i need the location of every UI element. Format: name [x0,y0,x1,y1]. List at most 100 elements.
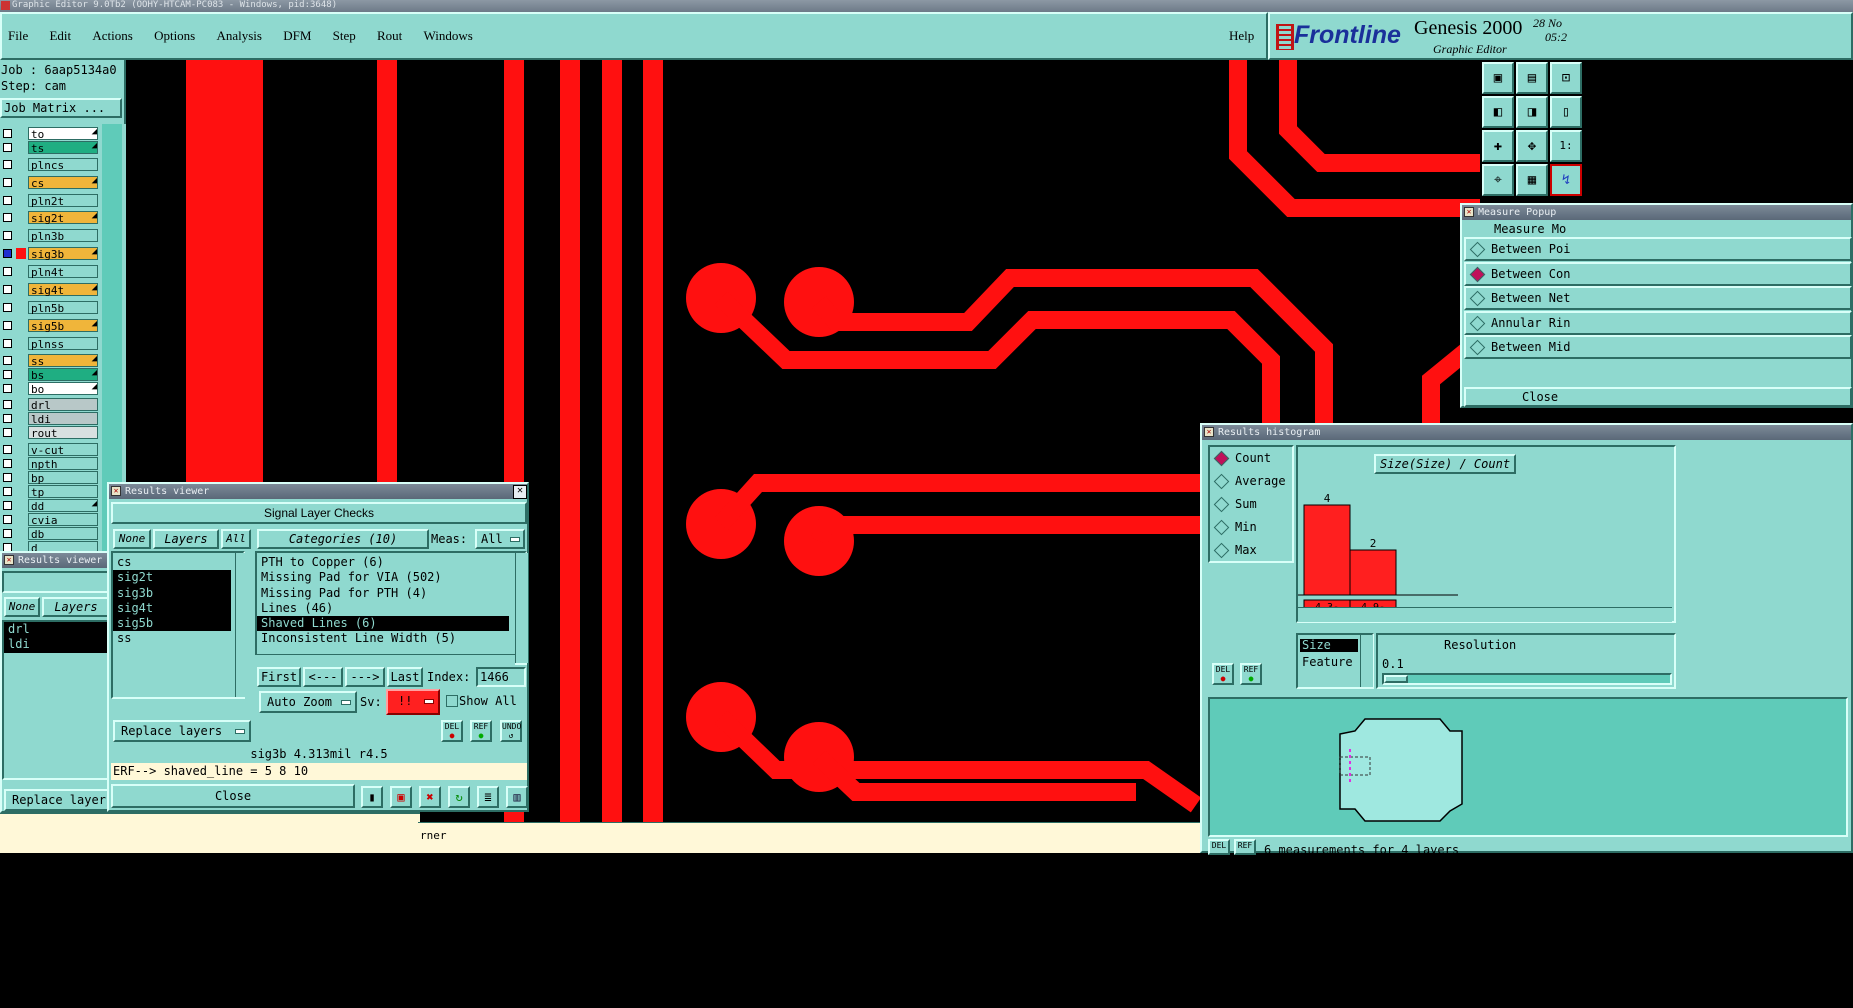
layer-name[interactable]: pln4t [28,265,98,279]
layer-row[interactable]: pln5b [0,301,100,315]
histogram-bar[interactable] [1303,504,1351,596]
grid-icon[interactable]: ▦ [1516,164,1548,196]
refresh-icon[interactable]: ↻ [448,786,470,808]
layer-result-item[interactable]: sig4t [113,600,231,617]
layer-result-item[interactable]: cs [113,555,231,570]
layer-name[interactable]: sig3b [28,247,98,261]
export-icon[interactable]: ▣ [390,786,412,808]
layer-name[interactable]: db [28,527,98,541]
layer-checkbox[interactable] [3,370,12,379]
layer-name[interactable]: rout [28,426,98,440]
layer-checkbox[interactable] [3,129,12,138]
stat-option[interactable]: Count [1210,447,1292,470]
layer-name[interactable]: sig5b [28,319,98,333]
layer-name[interactable]: tp [28,485,98,499]
notes-icon[interactable]: ≣ [477,786,499,808]
show-all-checkbox[interactable] [446,695,458,707]
layer-result-item[interactable]: ss [113,631,231,646]
stat-option[interactable]: Min [1210,516,1292,539]
layer-row[interactable]: v-cut [0,443,100,457]
meas-select[interactable]: All [475,529,525,549]
category-scrollbar[interactable] [515,553,528,663]
layer-row[interactable]: sig4t ◢ [0,283,100,297]
small-none-button[interactable]: None [4,597,40,617]
layer-arrow-icon[interactable]: ◢ [92,382,97,392]
layer-name[interactable]: ts [28,141,98,155]
layer-row[interactable]: sig2t ◢ [0,211,100,225]
layer-name[interactable]: drl [28,398,98,412]
job-matrix-button[interactable]: Job Matrix ... [0,98,122,118]
zoom-1to1-icon[interactable]: 1: [1550,130,1582,162]
layer-checkbox[interactable] [3,428,12,437]
layer-checkbox[interactable] [3,414,12,423]
layer-checkbox[interactable] [3,196,12,205]
menu-analysis[interactable]: Analysis [216,28,262,44]
layer-name[interactable]: bs [28,368,98,382]
layer-checkbox[interactable] [3,249,12,258]
menu-windows[interactable]: Windows [424,28,473,44]
layer-name[interactable]: ss [28,354,98,368]
category-item[interactable]: Inconsistent Line Width (5) [257,631,509,646]
layer-row[interactable]: pln4t [0,265,100,279]
zoom-out-icon[interactable]: ▤ [1516,62,1548,94]
resolution-slider[interactable] [1382,673,1672,685]
layer-results-scrollbar[interactable] [235,553,246,697]
undo-icon[interactable]: UNDO ↺ [500,720,522,742]
categories-button[interactable]: Categories (10) [257,529,429,549]
layer-row[interactable]: ss ◢ [0,354,100,368]
layer-arrow-icon[interactable]: ◢ [92,499,97,509]
category-item[interactable]: Missing Pad for PTH (4) [257,586,509,601]
layer-result-item[interactable]: sig5b [113,616,231,632]
layer-row[interactable]: plnss [0,337,100,351]
next-button[interactable]: ---> [345,667,385,687]
close-icon[interactable]: ✕ [111,486,121,496]
layer-arrow-icon[interactable]: ◢ [92,247,97,257]
layer-name[interactable]: pln2t [28,194,98,208]
layer-checkbox[interactable] [3,459,12,468]
list-item[interactable]: ldi [4,637,108,653]
list-item[interactable]: drl [4,622,108,638]
layer-row[interactable]: sig3b ◢ [0,247,100,261]
layer-row[interactable]: pln3b [0,229,100,243]
auto-zoom-select[interactable]: Auto Zoom [259,691,357,713]
pan-right-icon[interactable]: ◨ [1516,96,1548,128]
small-replace-button[interactable]: Replace layer [4,789,112,811]
measure-option[interactable]: Annular Rin [1464,310,1852,335]
menu-options[interactable]: Options [154,28,195,44]
layer-name[interactable]: dd [28,499,98,513]
layer-checkbox[interactable] [3,501,12,510]
layer-name[interactable]: plncs [28,158,98,172]
none-button[interactable]: None [113,529,151,549]
stat-option[interactable]: Average [1210,470,1292,493]
layer-row[interactable]: bs ◢ [0,368,100,382]
layer-result-item[interactable]: sig3b [113,585,231,601]
layer-name[interactable]: ldi [28,412,98,426]
measure-option[interactable]: Between Con [1464,261,1852,286]
first-button[interactable]: First [257,667,301,687]
menu-step[interactable]: Step [333,28,356,44]
histogram-del-icon-2[interactable]: DEL [1208,839,1230,855]
layer-arrow-icon[interactable]: ◢ [92,127,97,137]
layer-checkbox[interactable] [3,321,12,330]
layer-name[interactable]: to [28,127,98,141]
layer-checkbox[interactable] [3,384,12,393]
layer-checkbox[interactable] [3,213,12,222]
delete-all-icon[interactable]: ✖ [419,786,441,808]
layer-row[interactable]: bp [0,471,100,485]
histogram-bar[interactable] [1349,549,1397,596]
histogram-scrollbar[interactable] [1298,607,1672,622]
zoom-home-icon[interactable]: ✚ [1482,130,1514,162]
layer-checkbox[interactable] [3,515,12,524]
category-hscrollbar[interactable] [255,654,515,665]
layer-name[interactable]: sig4t [28,283,98,297]
measure-option[interactable]: Between Poi [1464,237,1852,261]
window-close-icon[interactable]: ✕ [513,485,527,499]
histogram-list-scrollbar[interactable] [1360,635,1373,687]
close-icon[interactable]: ✕ [1464,207,1474,217]
layer-checkbox[interactable] [3,267,12,276]
layer-name[interactable]: pln3b [28,229,98,243]
layer-checkbox[interactable] [3,473,12,482]
layer-checkbox[interactable] [3,160,12,169]
histogram-icon[interactable]: ▥ [506,786,528,808]
route-icon[interactable]: ↯ [1550,164,1582,196]
